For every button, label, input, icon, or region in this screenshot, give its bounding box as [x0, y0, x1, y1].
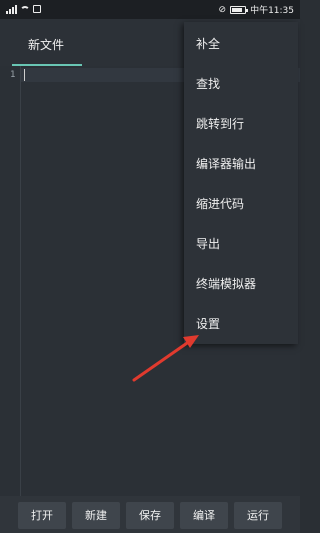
wifi-icon — [20, 6, 30, 16]
battery-fill — [232, 7, 243, 12]
run-button[interactable]: 运行 — [234, 502, 282, 529]
sim-icon — [33, 5, 41, 13]
menu-item-settings[interactable]: 设置 — [184, 304, 298, 344]
text-cursor — [24, 69, 25, 81]
menu-item-goto-line[interactable]: 跳转到行 — [184, 104, 298, 144]
line-gutter: 1 — [0, 66, 20, 496]
menu-item-terminal-emulator[interactable]: 终端模拟器 — [184, 264, 298, 304]
menu-item-indent-code[interactable]: 缩进代码 — [184, 184, 298, 224]
new-button[interactable]: 新建 — [72, 502, 120, 529]
menu-item-compiler-output[interactable]: 编译器输出 — [184, 144, 298, 184]
battery-icon — [230, 5, 249, 14]
save-button[interactable]: 保存 — [126, 502, 174, 529]
overflow-menu: 补全 查找 跳转到行 编译器输出 缩进代码 导出 终端模拟器 设置 — [184, 22, 298, 344]
mute-icon: ⊘ — [218, 4, 227, 15]
tab-label: 新文件 — [28, 38, 65, 52]
compile-button[interactable]: 编译 — [180, 502, 228, 529]
status-bar: ⊘ 中午11:35 — [0, 0, 300, 19]
menu-item-complete[interactable]: 补全 — [184, 24, 298, 64]
menu-item-find[interactable]: 查找 — [184, 64, 298, 104]
status-right: ⊘ 中午11:35 — [218, 3, 294, 17]
status-left — [6, 4, 41, 14]
menu-item-export[interactable]: 导出 — [184, 224, 298, 264]
gutter-divider — [20, 66, 21, 496]
status-time: 中午11:35 — [250, 6, 294, 16]
bottom-toolbar: 打开 新建 保存 编译 运行 — [0, 496, 300, 533]
open-button[interactable]: 打开 — [18, 502, 66, 529]
line-number: 1 — [10, 70, 16, 80]
signal-icon — [6, 4, 17, 14]
tab-new-file[interactable]: 新文件 — [12, 19, 82, 66]
